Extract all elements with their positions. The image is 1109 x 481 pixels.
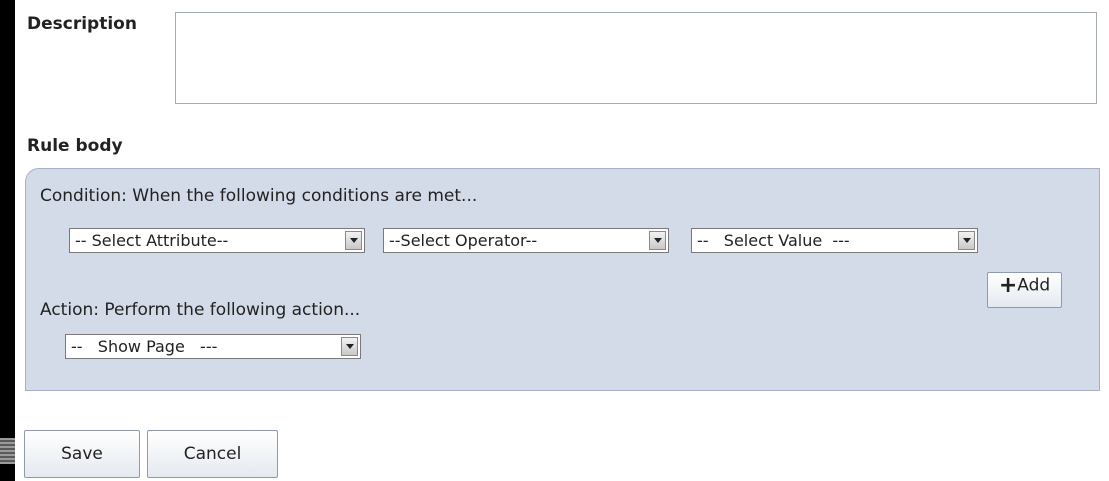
description-textarea[interactable] (175, 12, 1097, 104)
operator-select[interactable]: --Select Operator-- (383, 228, 669, 253)
value-select-value: -- Select Value --- (697, 231, 855, 250)
chevron-down-icon[interactable] (958, 231, 975, 250)
chevron-down-icon[interactable] (649, 231, 666, 250)
chevron-down-icon[interactable] (341, 337, 358, 356)
cancel-button[interactable]: Cancel (147, 430, 278, 478)
save-button[interactable]: Save (24, 430, 140, 478)
operator-select-value: --Select Operator-- (389, 231, 543, 250)
add-button-label: Add (1017, 275, 1051, 296)
add-button[interactable]: +Add (987, 272, 1062, 308)
rule-body-label: Rule body (27, 136, 123, 156)
description-label: Description (27, 14, 137, 34)
action-select-value: -- Show Page --- (71, 337, 223, 356)
attribute-select[interactable]: -- Select Attribute-- (69, 228, 365, 253)
left-edge-decoration (0, 438, 15, 464)
action-select[interactable]: -- Show Page --- (65, 334, 361, 359)
attribute-select-value: -- Select Attribute-- (75, 231, 234, 250)
chevron-down-icon[interactable] (345, 231, 362, 250)
action-text: Action: Perform the following action... (40, 300, 361, 320)
value-select[interactable]: -- Select Value --- (691, 228, 978, 253)
condition-text: Condition: When the following conditions… (40, 186, 478, 206)
plus-icon: + (998, 273, 1018, 298)
rule-editor-panel: Description Rule body Condition: When th… (15, 0, 1109, 481)
